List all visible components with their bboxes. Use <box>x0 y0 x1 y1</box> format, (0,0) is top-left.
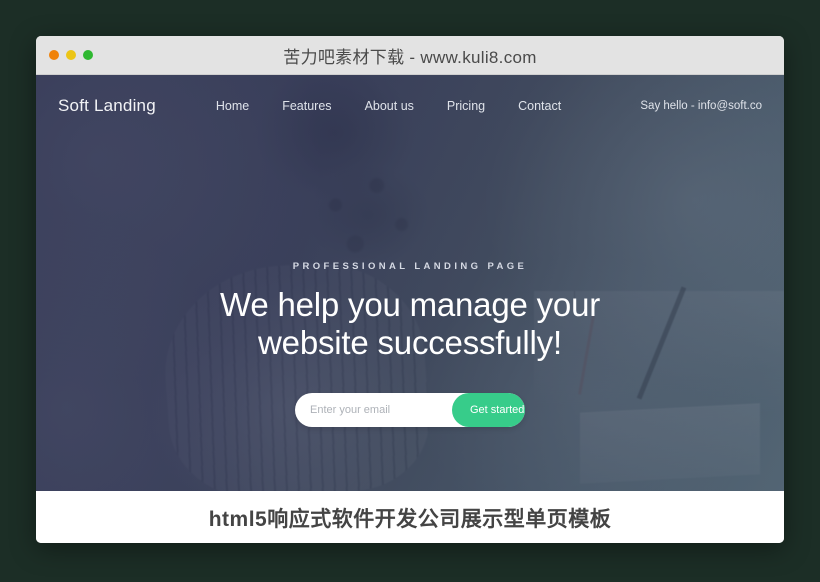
nav-item-home[interactable]: Home <box>216 99 249 113</box>
maximize-button-icon[interactable] <box>83 50 93 60</box>
hero-headline-line-2: website successfully! <box>258 324 562 362</box>
contact-email-link[interactable]: Say hello - info@soft.co <box>640 100 762 112</box>
caption-text: html5响应式软件开发公司展示型单页模板 <box>208 507 612 531</box>
window-controls <box>49 50 93 60</box>
browser-window: 苦力吧素材下载 - www.kuli8.com Soft Landing Hom… <box>36 36 784 543</box>
hero-section: Soft Landing Home Features About us Pric… <box>36 75 784 491</box>
site-navbar: Soft Landing Home Features About us Pric… <box>36 75 784 137</box>
hero-headline: We help you manage your website successf… <box>150 286 670 363</box>
caption-bar: html5响应式软件开发公司展示型单页模板 <box>36 491 784 543</box>
nav-item-contact[interactable]: Contact <box>518 99 561 113</box>
site-logo[interactable]: Soft Landing <box>58 96 156 116</box>
email-signup-form: Get started <box>295 392 525 427</box>
hero-content: PROFESSIONAL LANDING PAGE We help you ma… <box>36 261 784 427</box>
nav-item-features[interactable]: Features <box>282 99 331 113</box>
nav-links: Home Features About us Pricing Contact <box>216 99 561 113</box>
get-started-button[interactable]: Get started <box>452 392 525 427</box>
email-input[interactable] <box>295 392 452 427</box>
page-canvas: 苦力吧素材下载 - www.kuli8.com Soft Landing Hom… <box>0 0 820 582</box>
close-button-icon[interactable] <box>49 50 59 60</box>
hero-headline-line-1: We help you manage your <box>219 286 601 323</box>
minimize-button-icon[interactable] <box>66 50 76 60</box>
window-title: 苦力吧素材下载 - www.kuli8.com <box>283 47 537 67</box>
hero-eyebrow: PROFESSIONAL LANDING PAGE <box>292 261 528 272</box>
nav-item-pricing[interactable]: Pricing <box>447 99 485 113</box>
nav-item-about-us[interactable]: About us <box>365 99 414 113</box>
window-titlebar: 苦力吧素材下载 - www.kuli8.com <box>36 36 784 75</box>
